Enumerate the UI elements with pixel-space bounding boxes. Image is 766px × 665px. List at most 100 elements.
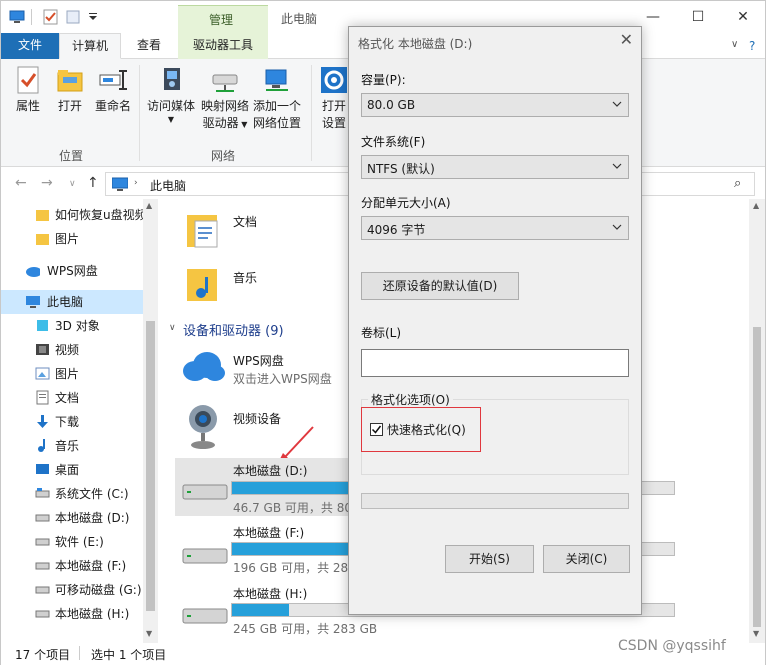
webcam-icon[interactable]: [183, 401, 223, 451]
picture-icon: [35, 367, 50, 380]
scroll-up-icon[interactable]: ▲: [753, 201, 759, 210]
tab-drive-tools[interactable]: 驱动器工具: [178, 33, 268, 59]
drive-icon[interactable]: [181, 601, 229, 627]
scroll-down-icon[interactable]: ▼: [146, 629, 152, 638]
properties-check-icon[interactable]: [43, 9, 59, 25]
allocation-label: 分配单元大小(A): [361, 196, 451, 210]
sidebar-scrollbar[interactable]: ▲ ▼: [143, 199, 158, 643]
close-button[interactable]: ✕: [721, 3, 765, 31]
open-button[interactable]: 打开: [53, 65, 87, 115]
drive-d-sub: 46.7 GB 可用，共 80: [233, 501, 352, 515]
sidebar-item-label: 3D 对象: [55, 319, 100, 333]
drive-icon: [35, 610, 50, 618]
sidebar-item[interactable]: 本地磁盘 (H:): [1, 602, 143, 626]
sidebar-item-label: 图片: [55, 232, 80, 246]
context-tab-manage[interactable]: 管理: [209, 11, 233, 28]
folder-documents-label[interactable]: 文档: [233, 213, 257, 230]
access-media-button[interactable]: 访问媒体 ▼: [145, 65, 197, 125]
scroll-down-icon[interactable]: ▼: [753, 629, 759, 638]
folder-music-label[interactable]: 音乐: [233, 269, 257, 286]
cloud-icon: [26, 267, 40, 277]
sidebar-item[interactable]: 下载: [1, 410, 143, 434]
drive-icon[interactable]: [181, 477, 229, 503]
drive-icon[interactable]: [181, 541, 229, 567]
start-button[interactable]: 开始(S): [445, 545, 534, 573]
restore-defaults-button[interactable]: 还原设备的默认值(D): [361, 272, 519, 300]
scrollbar-thumb[interactable]: [146, 321, 155, 611]
content-scrollbar[interactable]: ▲ ▼: [749, 199, 765, 643]
volume-label-input[interactable]: [361, 349, 629, 377]
capacity-value: 80.0 GB: [367, 98, 416, 112]
sidebar-item[interactable]: 图片: [1, 227, 143, 251]
drive-d-label[interactable]: 本地磁盘 (D:): [233, 462, 307, 479]
sidebar-item[interactable]: 可移动磁盘 (G:): [1, 578, 143, 602]
sidebar-item[interactable]: 系统文件 (C:): [1, 482, 143, 506]
group-separator: [139, 65, 140, 161]
add-network-label-1: 添加一个: [252, 99, 301, 113]
section-chevron-icon[interactable]: ∨: [169, 323, 176, 333]
sidebar-item-wps[interactable]: WPS网盘: [1, 259, 143, 283]
tab-file[interactable]: 文件: [1, 33, 59, 59]
group-separator: [311, 65, 312, 161]
music-icon: [38, 439, 45, 452]
sidebar-item[interactable]: 本地磁盘 (F:): [1, 554, 143, 578]
drive-f-sub: 196 GB 可用，共 284: [233, 561, 356, 575]
dialog-close-icon[interactable]: ✕: [620, 30, 633, 49]
navigation-pane: 如何恢复u盘视频 图片 WPS网盘 此电脑 3D 对象 视频 图片 文档 下载 …: [1, 199, 158, 643]
open-settings-label-2: 设置: [321, 116, 346, 130]
document-icon: [36, 390, 49, 405]
scroll-up-icon[interactable]: ▲: [146, 201, 152, 210]
watermark: CSDN @yqssihf: [618, 638, 726, 654]
sidebar-item-label: 音乐: [55, 439, 80, 453]
allocation-select[interactable]: 4096 字节: [361, 216, 629, 240]
forward-arrow-icon[interactable]: →: [41, 175, 53, 191]
section-header[interactable]: 设备和驱动器 (9): [183, 320, 284, 339]
chevron-down-icon[interactable]: ∨: [731, 39, 738, 50]
recent-chevron-icon[interactable]: ∨: [69, 179, 76, 189]
scrollbar-thumb[interactable]: [753, 327, 761, 627]
drive-h-label[interactable]: 本地磁盘 (H:): [233, 585, 307, 602]
sidebar-item-this-pc[interactable]: 此电脑: [1, 290, 143, 314]
open-settings-button[interactable]: 打开 设置: [317, 65, 351, 132]
tab-view[interactable]: 查看: [127, 33, 171, 59]
drive-f-label[interactable]: 本地磁盘 (F:): [233, 524, 304, 541]
wps-cloud-icon[interactable]: [181, 349, 227, 383]
sidebar-item[interactable]: 桌面: [1, 458, 143, 482]
breadcrumb-path[interactable]: 此电脑: [150, 177, 186, 194]
maximize-button[interactable]: ☐: [676, 3, 720, 31]
filesystem-select[interactable]: NTFS (默认): [361, 155, 629, 179]
filesystem-label: 文件系统(F): [361, 135, 426, 149]
rename-button[interactable]: 重命名: [93, 65, 133, 115]
computer-icon: [111, 177, 129, 194]
sidebar-item[interactable]: 图片: [1, 362, 143, 386]
media-icon: [156, 65, 186, 95]
music-folder-icon[interactable]: [185, 263, 223, 305]
up-arrow-icon[interactable]: ↑: [87, 175, 99, 191]
back-arrow-icon[interactable]: ←: [15, 175, 27, 191]
documents-folder-icon[interactable]: [185, 209, 223, 251]
help-icon[interactable]: ?: [749, 39, 755, 53]
folder-open-icon: [55, 65, 85, 95]
sidebar-item[interactable]: 视频: [1, 338, 143, 362]
capacity-select[interactable]: 80.0 GB: [361, 93, 629, 117]
tab-computer[interactable]: 计算机: [59, 33, 121, 59]
search-icon[interactable]: ⌕: [734, 176, 741, 191]
divider: [79, 646, 80, 660]
selected-count: 选中 1 个项目: [91, 648, 167, 662]
sidebar-item[interactable]: 3D 对象: [1, 314, 143, 338]
sidebar-item[interactable]: 文档: [1, 386, 143, 410]
add-network-location-button[interactable]: 添加一个 网络位置: [251, 65, 303, 132]
sidebar-item[interactable]: 本地磁盘 (D:): [1, 506, 143, 530]
sidebar-item-label: 软件 (E:): [55, 535, 104, 549]
sidebar-item[interactable]: 音乐: [1, 434, 143, 458]
chevron-down-icon[interactable]: [85, 9, 101, 25]
dialog-close-button[interactable]: 关闭(C): [543, 545, 630, 573]
properties-button[interactable]: 属性: [11, 65, 45, 115]
sidebar-item[interactable]: 如何恢复u盘视频: [1, 203, 143, 227]
new-folder-icon[interactable]: [65, 9, 81, 25]
wps-label[interactable]: WPS网盘: [233, 352, 284, 369]
drive-h-sub: 245 GB 可用，共 283 GB: [233, 622, 378, 636]
map-network-drive-button[interactable]: 映射网络 驱动器 ▼: [199, 65, 251, 133]
breadcrumb-chevron-icon[interactable]: ›: [134, 178, 138, 188]
sidebar-item[interactable]: 软件 (E:): [1, 530, 143, 554]
